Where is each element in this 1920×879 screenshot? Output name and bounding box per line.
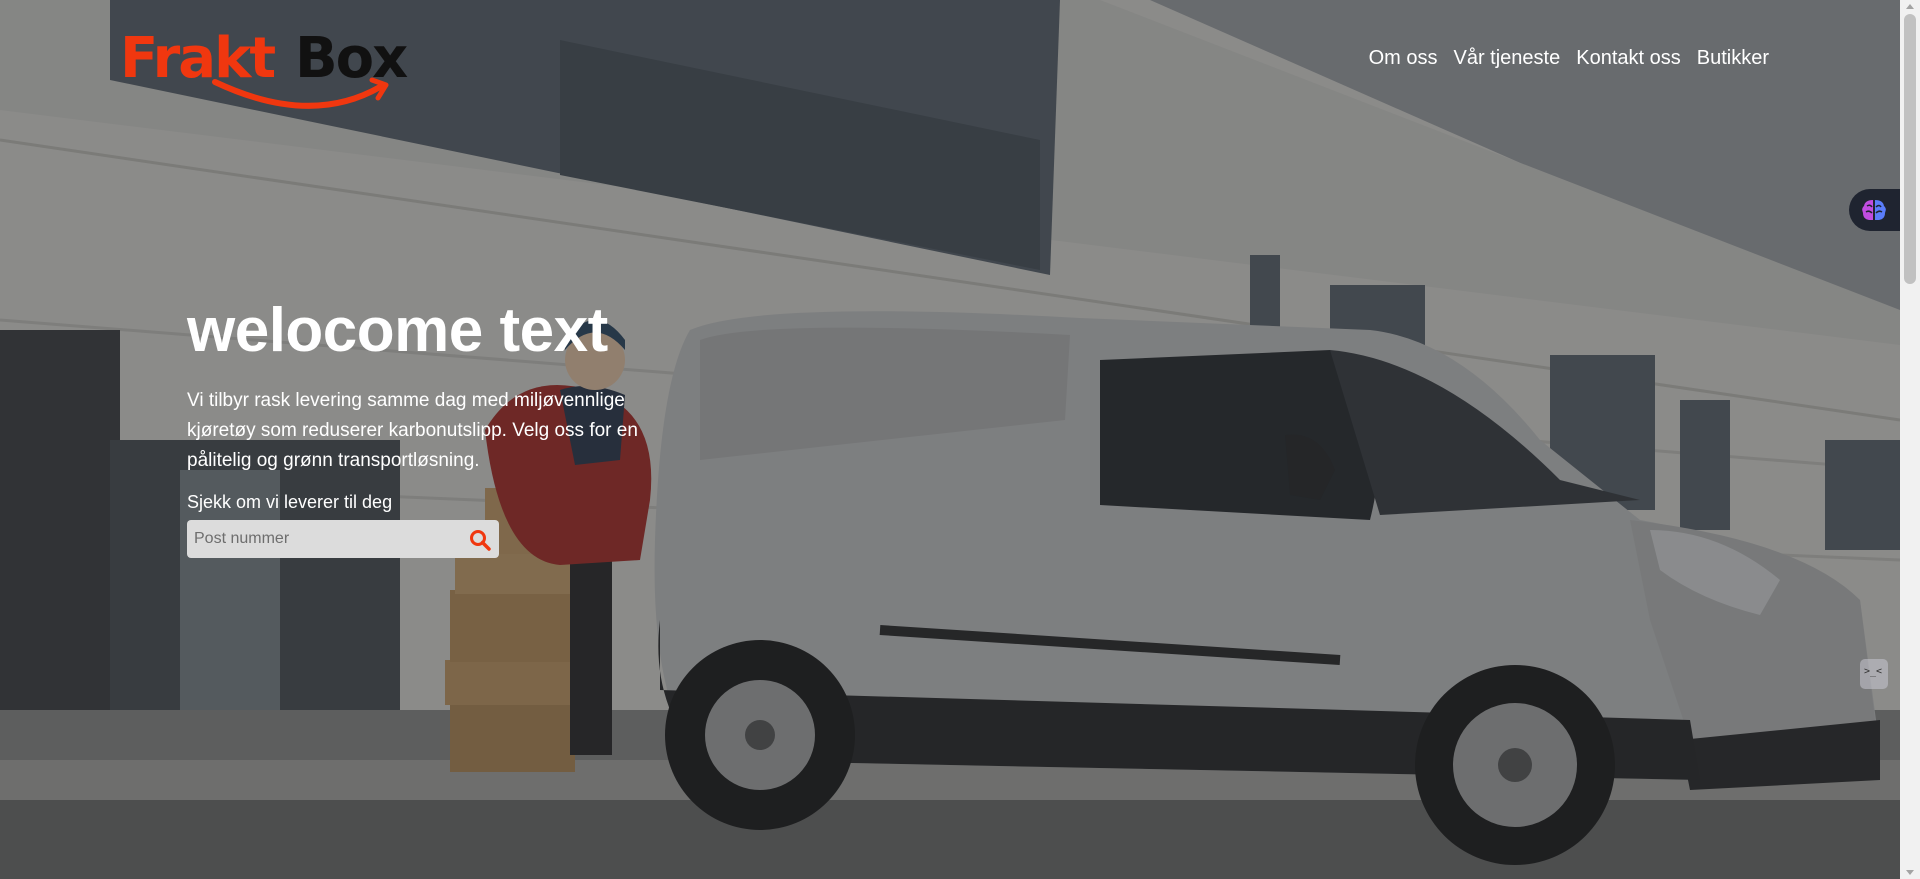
logo-text-box: Box bbox=[295, 26, 408, 91]
hero-description: Vi tilbyr rask levering samme dag med mi… bbox=[187, 390, 638, 471]
hero-title: welocome text bbox=[187, 296, 608, 365]
page: Frakt Box Om oss Vår tjeneste Kontakt os… bbox=[0, 0, 1920, 879]
page-scrollbar[interactable] bbox=[1900, 0, 1920, 879]
scroll-down-arrow-icon[interactable] bbox=[1906, 870, 1914, 875]
nav-item-kontakt-oss[interactable]: Kontakt oss bbox=[1568, 44, 1689, 73]
nav-item-butikker[interactable]: Butikker bbox=[1689, 44, 1777, 73]
code-face-icon: >_< bbox=[1864, 666, 1883, 677]
main-navigation: Om oss Vår tjeneste Kontakt oss Butikker bbox=[1361, 44, 1777, 73]
brain-icon bbox=[1862, 200, 1886, 220]
logo-text-frakt: Frakt bbox=[120, 26, 275, 91]
scroll-up-arrow-icon[interactable] bbox=[1906, 4, 1914, 9]
floating-helper-button[interactable]: >_< bbox=[1860, 659, 1888, 689]
brain-extension-button[interactable] bbox=[1849, 189, 1900, 231]
search-icon[interactable] bbox=[469, 529, 491, 551]
nav-item-om-oss[interactable]: Om oss bbox=[1361, 44, 1446, 73]
scroll-thumb[interactable] bbox=[1904, 14, 1916, 284]
fraktbox-logo[interactable]: Frakt Box bbox=[120, 22, 425, 117]
postcode-search-box bbox=[187, 520, 499, 558]
postcode-input[interactable] bbox=[187, 520, 454, 558]
nav-item-var-tjeneste[interactable]: Vår tjeneste bbox=[1446, 44, 1569, 73]
hero-section: welocome text Vi tilbyr rask levering sa… bbox=[187, 300, 687, 558]
postcode-check-label: Sjekk om vi leverer til deg bbox=[187, 492, 393, 512]
